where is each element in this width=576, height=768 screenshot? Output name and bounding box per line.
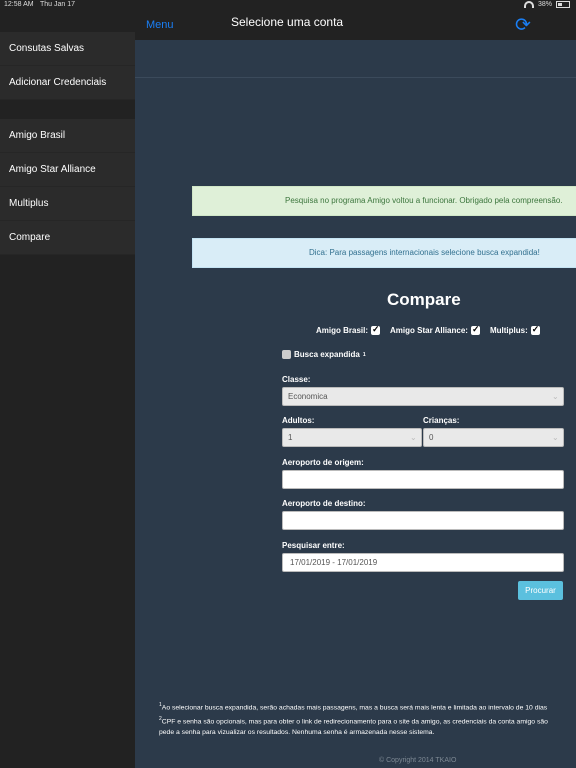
- copyright: © Copyright 2014 TKAIO: [379, 757, 457, 764]
- checkbox-checked[interactable]: [530, 324, 540, 335]
- class-select[interactable]: Economica ⌄: [282, 387, 564, 406]
- sidebar-item-saved-queries[interactable]: Consutas Salvas: [0, 32, 135, 66]
- dates-label: Pesquisar entre:: [282, 541, 345, 550]
- wifi-icon: [523, 1, 534, 8]
- page-title: Selecione uma conta: [231, 15, 344, 29]
- date-range-input[interactable]: 17/01/2019 - 17/01/2019: [282, 553, 564, 572]
- expanded-search-toggle[interactable]: Busca expandida 1: [282, 350, 366, 359]
- class-value: Economica: [288, 392, 328, 401]
- info-alert: Dica: Para passagens internacionais sele…: [192, 238, 576, 268]
- status-date: Thu Jan 17: [40, 1, 76, 8]
- page-header: [135, 40, 576, 78]
- adults-label: Adultos:: [282, 416, 315, 425]
- program-label: Amigo Brasil:: [316, 326, 369, 335]
- program-label: Amigo Star Alliance:: [390, 326, 468, 335]
- children-label: Crianças:: [423, 416, 460, 425]
- compare-title: Compare: [387, 290, 461, 309]
- footnote-1: 1Ao selecionar busca expandida, serão ac…: [159, 702, 548, 712]
- destination-label: Aeroporto de destino:: [282, 499, 366, 508]
- expanded-search-label: Busca expandida: [294, 350, 360, 359]
- menu-button[interactable]: Menu: [146, 19, 174, 31]
- sidebar-item-multiplus[interactable]: Multiplus: [0, 187, 135, 221]
- program-amigo-star-alliance[interactable]: Amigo Star Alliance:: [390, 324, 480, 335]
- class-label: Classe:: [282, 375, 311, 384]
- checkbox-checked[interactable]: [470, 324, 480, 335]
- battery-icon: [556, 1, 570, 8]
- sidebar-item-compare[interactable]: Compare: [0, 221, 135, 255]
- status-bar: 12:58 AM Thu Jan 17 38%: [0, 0, 576, 12]
- children-select[interactable]: 0 ⌄: [423, 428, 564, 447]
- search-button[interactable]: Procurar: [518, 581, 563, 600]
- program-amigo-brasil[interactable]: Amigo Brasil:: [316, 324, 381, 335]
- sidebar-divider: [0, 100, 135, 119]
- sync-icon[interactable]: ⟳: [513, 16, 533, 36]
- origin-input[interactable]: [282, 470, 564, 489]
- footnote-marker: 1: [362, 351, 366, 358]
- battery-percent: 38%: [537, 1, 552, 8]
- adults-value: 1: [288, 433, 293, 442]
- program-checkboxes: Amigo Brasil: Amigo Star Alliance: Multi…: [316, 324, 540, 335]
- footnote-2-cont: pede a senha para vizualizar os resultad…: [159, 728, 435, 736]
- sidebar-group-programs: Amigo Brasil Amigo Star Alliance Multipl…: [0, 119, 135, 255]
- sidebar: Consutas Salvas Adicionar Credenciais Am…: [0, 32, 135, 768]
- sidebar-item-amigo-star-alliance[interactable]: Amigo Star Alliance: [0, 153, 135, 187]
- checkbox-unchecked[interactable]: [282, 350, 291, 359]
- program-multiplus[interactable]: Multiplus:: [489, 324, 540, 335]
- status-indicators: 38%: [523, 1, 570, 8]
- adults-select[interactable]: 1 ⌄: [282, 428, 422, 447]
- chevron-down-icon: ⌄: [552, 433, 559, 442]
- chevron-down-icon: ⌄: [410, 433, 417, 442]
- sidebar-item-amigo-brasil[interactable]: Amigo Brasil: [0, 119, 135, 153]
- success-alert: Pesquisa no programa Amigo voltou a func…: [192, 186, 576, 216]
- footnotes: 1Ao selecionar busca expandida, serão ac…: [159, 700, 576, 738]
- origin-label: Aeroporto de origem:: [282, 458, 364, 467]
- status-time: 12:58 AM: [4, 1, 34, 8]
- sidebar-item-add-credentials[interactable]: Adicionar Credenciais: [0, 66, 135, 100]
- destination-input[interactable]: [282, 511, 564, 530]
- checkbox-checked[interactable]: [371, 324, 381, 335]
- program-label: Multiplus:: [489, 326, 528, 335]
- footnote-2: 2CPF e senha são opcionais, mas para obt…: [159, 715, 548, 726]
- children-value: 0: [429, 433, 434, 442]
- sidebar-group-account: Consutas Salvas Adicionar Credenciais: [0, 32, 135, 100]
- chevron-down-icon: ⌄: [552, 392, 559, 401]
